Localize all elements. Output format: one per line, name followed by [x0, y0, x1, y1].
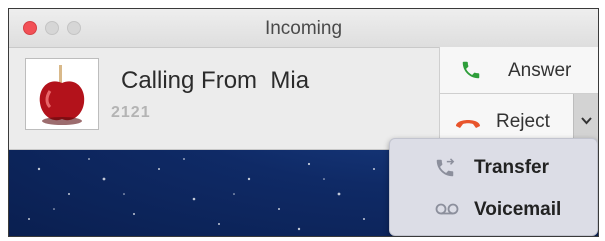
- menu-item-voicemail[interactable]: Voicemail: [390, 189, 598, 229]
- phone-icon: [462, 61, 480, 79]
- transfer-icon: [436, 158, 455, 177]
- voicemail-icon: [435, 203, 459, 215]
- title-bar: Incoming: [9, 9, 598, 48]
- menu-item-label: Transfer: [474, 157, 549, 178]
- caller-avatar: [25, 58, 99, 130]
- answer-label: Answer: [508, 60, 572, 81]
- answer-button[interactable]: Answer: [439, 47, 598, 94]
- caller-number: 2121: [111, 104, 151, 121]
- options-menu: Transfer Voicemail: [389, 138, 598, 236]
- hangup-icon: [456, 120, 480, 128]
- menu-item-transfer[interactable]: Transfer: [390, 147, 598, 187]
- screenshot-frame: Incoming Calling From Mia 2121 Answer Re…: [8, 8, 599, 237]
- window-title: Incoming: [264, 18, 343, 39]
- incoming-call-window: Incoming Calling From Mia 2121 Answer Re…: [9, 9, 598, 150]
- menu-item-label: Voicemail: [474, 199, 562, 220]
- chevron-down-icon: [581, 117, 592, 125]
- reject-label: Reject: [496, 111, 550, 132]
- apple-icon: [39, 65, 85, 125]
- caller-name: Calling From Mia: [121, 67, 310, 94]
